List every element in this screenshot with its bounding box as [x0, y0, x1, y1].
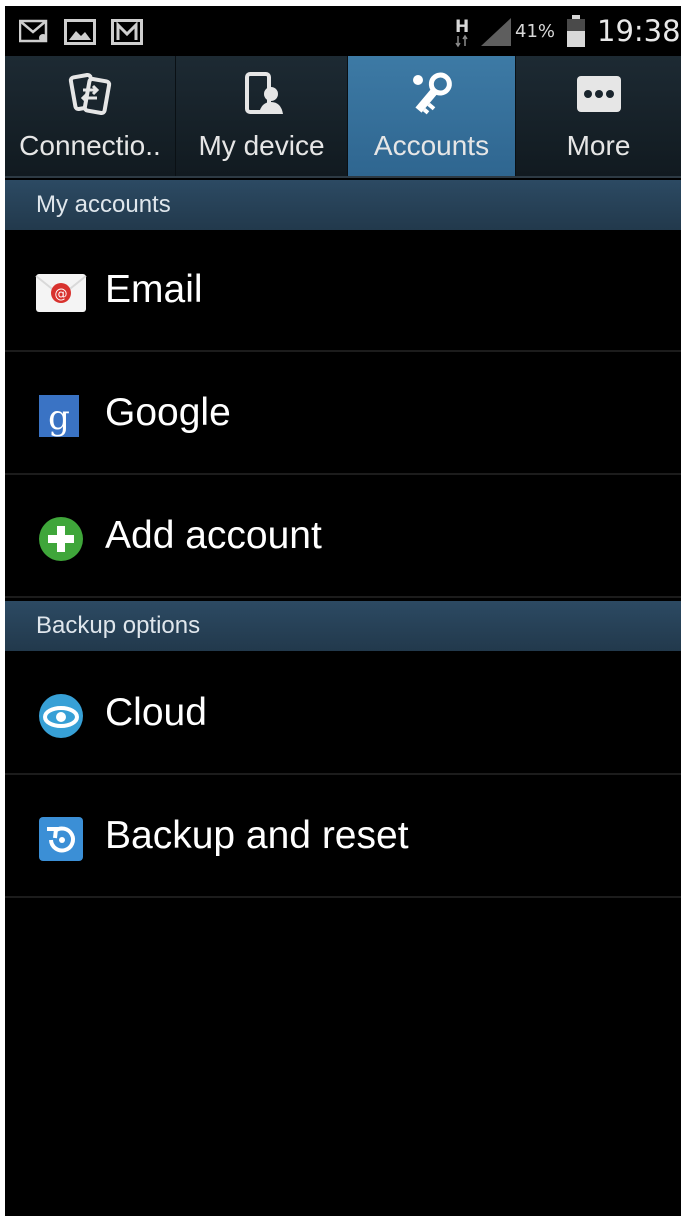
email-icon: @ — [35, 270, 87, 316]
backup-options-title: Backup options — [36, 612, 201, 639]
list-item-email[interactable]: @ Email — [5, 230, 681, 352]
tab-my-device-label: My device — [198, 130, 325, 161]
tab-more-label: More — [566, 130, 631, 161]
tab-more[interactable]: More — [516, 56, 681, 176]
cloud-icon — [35, 693, 87, 739]
signal-strength-icon — [479, 6, 513, 56]
list-item-add-account[interactable]: Add account — [5, 476, 681, 598]
my-accounts-header: My accounts — [5, 180, 681, 230]
backup-options-header: Backup options — [5, 601, 681, 651]
network-type-label: H — [455, 17, 469, 37]
my-device-icon — [237, 70, 287, 122]
list-item-cloud[interactable]: Cloud — [5, 653, 681, 775]
more-dots-icon — [574, 70, 624, 122]
gallery-notification-icon — [64, 19, 96, 49]
google-label: Google — [105, 391, 231, 434]
add-icon — [35, 516, 87, 562]
tab-connections[interactable]: Connectio.. — [5, 56, 176, 176]
settings-screen: H 41% 19:38 Connectio.. My device Accoun… — [5, 6, 681, 1216]
email-label: Email — [105, 268, 203, 311]
backup-reset-label: Backup and reset — [105, 814, 409, 857]
network-type-icon: H — [453, 6, 473, 56]
settings-tab-bar: Connectio.. My device Accounts More — [5, 56, 681, 178]
svg-text:@: @ — [55, 287, 68, 302]
svg-text:g: g — [48, 398, 70, 438]
status-bar: H 41% 19:38 — [5, 6, 681, 56]
tab-accounts-label: Accounts — [373, 130, 490, 161]
connections-icon — [65, 70, 115, 122]
my-accounts-title: My accounts — [36, 191, 171, 218]
battery-percentage: 41% — [515, 21, 556, 42]
tab-accounts[interactable]: Accounts — [348, 56, 516, 176]
tab-connections-label: Connectio.. — [19, 130, 161, 161]
list-item-google[interactable]: g Google — [5, 353, 681, 475]
email-notification-icon — [18, 19, 49, 47]
add-account-label: Add account — [105, 514, 322, 557]
tab-my-device[interactable]: My device — [176, 56, 348, 176]
clock: 19:38 — [597, 14, 681, 48]
gmail-notification-icon — [111, 19, 143, 49]
backup-reset-icon — [35, 816, 87, 862]
battery-icon — [564, 6, 588, 56]
cloud-label: Cloud — [105, 691, 207, 734]
list-item-backup-reset[interactable]: Backup and reset — [5, 776, 681, 898]
google-icon: g — [35, 393, 87, 439]
accounts-key-icon — [407, 70, 457, 122]
